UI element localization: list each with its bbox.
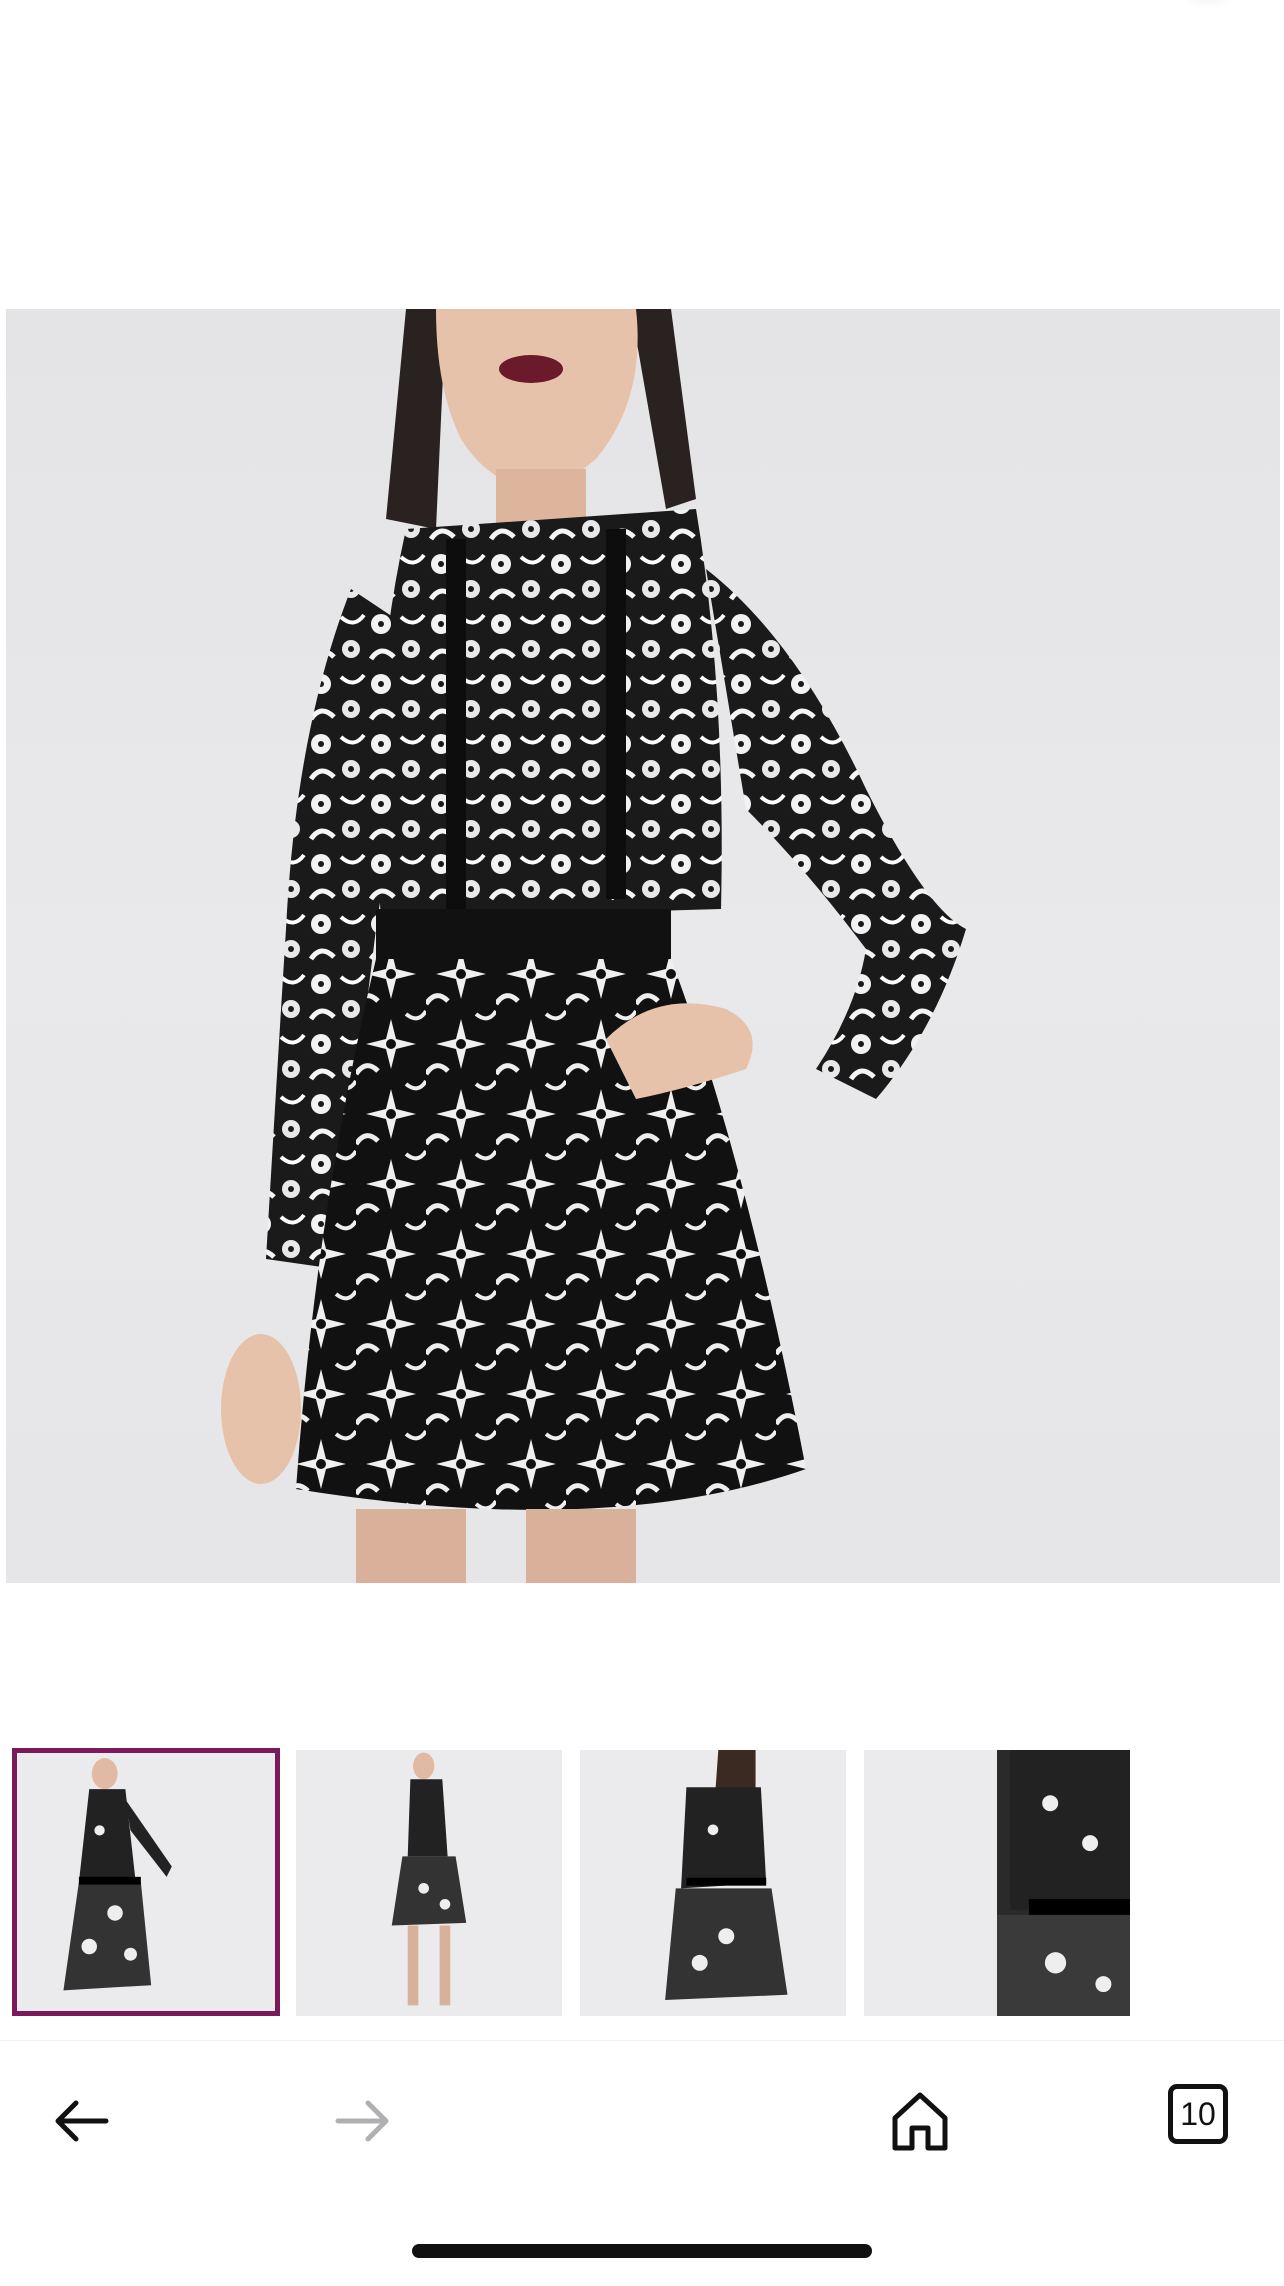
home-icon <box>892 2092 948 2151</box>
home-button[interactable] <box>880 2081 960 2161</box>
back-button[interactable] <box>42 2081 122 2161</box>
main-product-image[interactable] <box>6 309 1280 1583</box>
home-indicator[interactable] <box>412 2244 872 2258</box>
thumbnail-5[interactable] <box>1148 1750 1284 2016</box>
thumbnail-3[interactable] <box>580 1750 846 2016</box>
thumbnail-strip <box>0 1745 1284 2020</box>
browser-toolbar <box>0 2040 1284 2201</box>
thumbnail-1[interactable] <box>12 1748 280 2016</box>
forward-button[interactable] <box>322 2081 402 2161</box>
thumbnail-2[interactable] <box>296 1750 562 2016</box>
tabs-button[interactable]: 10 <box>1168 2084 1228 2144</box>
thumbnail-4[interactable] <box>864 1750 1130 2016</box>
arrow-right-icon <box>335 2100 389 2142</box>
arrow-left-icon <box>55 2100 109 2142</box>
corner-shadow <box>1174 0 1244 10</box>
